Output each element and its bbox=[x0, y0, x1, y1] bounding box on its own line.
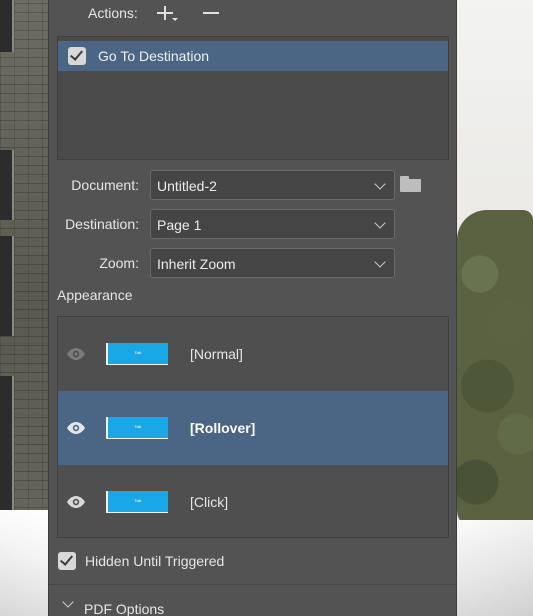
eye-icon[interactable] bbox=[66, 347, 86, 361]
section-divider bbox=[49, 584, 456, 585]
document-label: Document: bbox=[71, 177, 139, 193]
thumbnail-text: Talk bbox=[134, 424, 142, 429]
browse-document-button[interactable] bbox=[400, 174, 424, 194]
background-window bbox=[0, 376, 14, 516]
document-value: Untitled-2 bbox=[157, 178, 217, 194]
action-item-go-to-destination[interactable]: Go To Destination bbox=[58, 41, 448, 71]
plus-icon-bar bbox=[157, 12, 173, 14]
actions-list[interactable]: Go To Destination bbox=[57, 36, 449, 160]
zoom-row: Zoom: Inherit Zoom bbox=[49, 248, 456, 278]
actions-row: Actions: bbox=[49, 0, 456, 28]
eye-icon[interactable] bbox=[66, 495, 86, 509]
caret-down-icon bbox=[172, 18, 178, 21]
action-enabled-checkbox[interactable] bbox=[68, 47, 86, 65]
state-row-rollover[interactable]: Talk [Rollover] bbox=[58, 391, 448, 465]
state-row-click[interactable]: Talk [Click] bbox=[58, 465, 448, 539]
state-thumbnail: Talk bbox=[106, 417, 168, 439]
thumbnail-text: Talk bbox=[134, 498, 142, 503]
remove-action-button[interactable] bbox=[201, 2, 225, 26]
state-label: [Rollover] bbox=[190, 420, 256, 436]
background-roof bbox=[457, 520, 533, 616]
zoom-select[interactable]: Inherit Zoom bbox=[150, 248, 395, 278]
destination-select[interactable]: Page 1 bbox=[150, 209, 395, 239]
state-label: [Normal] bbox=[190, 346, 243, 362]
chevron-down-icon bbox=[374, 256, 386, 268]
document-row: Document: Untitled-2 bbox=[49, 170, 456, 200]
chevron-down-icon bbox=[374, 217, 386, 229]
zoom-value: Inherit Zoom bbox=[157, 256, 236, 272]
background-window bbox=[0, 150, 14, 220]
background-window bbox=[0, 236, 14, 336]
eye-icon[interactable] bbox=[66, 421, 86, 435]
action-item-label: Go To Destination bbox=[98, 48, 210, 64]
state-thumbnail: Talk bbox=[106, 343, 168, 365]
thumbnail-text: Talk bbox=[134, 350, 142, 355]
state-thumbnail: Talk bbox=[106, 491, 168, 513]
background-roof bbox=[0, 510, 48, 616]
zoom-label: Zoom: bbox=[99, 255, 139, 271]
background-window bbox=[0, 0, 14, 52]
appearance-states-list: Talk [Normal] Talk [Rollover] Talk [Clic… bbox=[57, 316, 449, 538]
pdf-options-label: PDF Options bbox=[84, 601, 165, 616]
add-action-button[interactable] bbox=[155, 2, 179, 26]
state-label: [Click] bbox=[190, 494, 229, 510]
document-select[interactable]: Untitled-2 bbox=[150, 170, 395, 200]
actions-label: Actions: bbox=[88, 5, 138, 21]
chevron-down-icon bbox=[62, 596, 74, 608]
folder-icon-body bbox=[400, 179, 421, 192]
destination-value: Page 1 bbox=[157, 217, 202, 233]
state-row-normal[interactable]: Talk [Normal] bbox=[58, 317, 448, 391]
buttons-and-forms-panel: Actions: Go To Destination Document: Unt… bbox=[48, 0, 457, 616]
hidden-until-triggered-label: Hidden Until Triggered bbox=[85, 553, 225, 569]
appearance-heading: Appearance bbox=[57, 287, 133, 303]
chevron-down-icon bbox=[374, 178, 386, 190]
minus-icon bbox=[203, 12, 219, 14]
background-tree bbox=[457, 210, 533, 530]
destination-label: Destination: bbox=[65, 216, 139, 232]
pdf-options-section-toggle[interactable]: PDF Options bbox=[49, 594, 456, 616]
destination-row: Destination: Page 1 bbox=[49, 209, 456, 239]
hidden-until-triggered-row[interactable]: Hidden Until Triggered bbox=[49, 546, 456, 576]
hidden-until-triggered-checkbox[interactable] bbox=[58, 552, 76, 570]
